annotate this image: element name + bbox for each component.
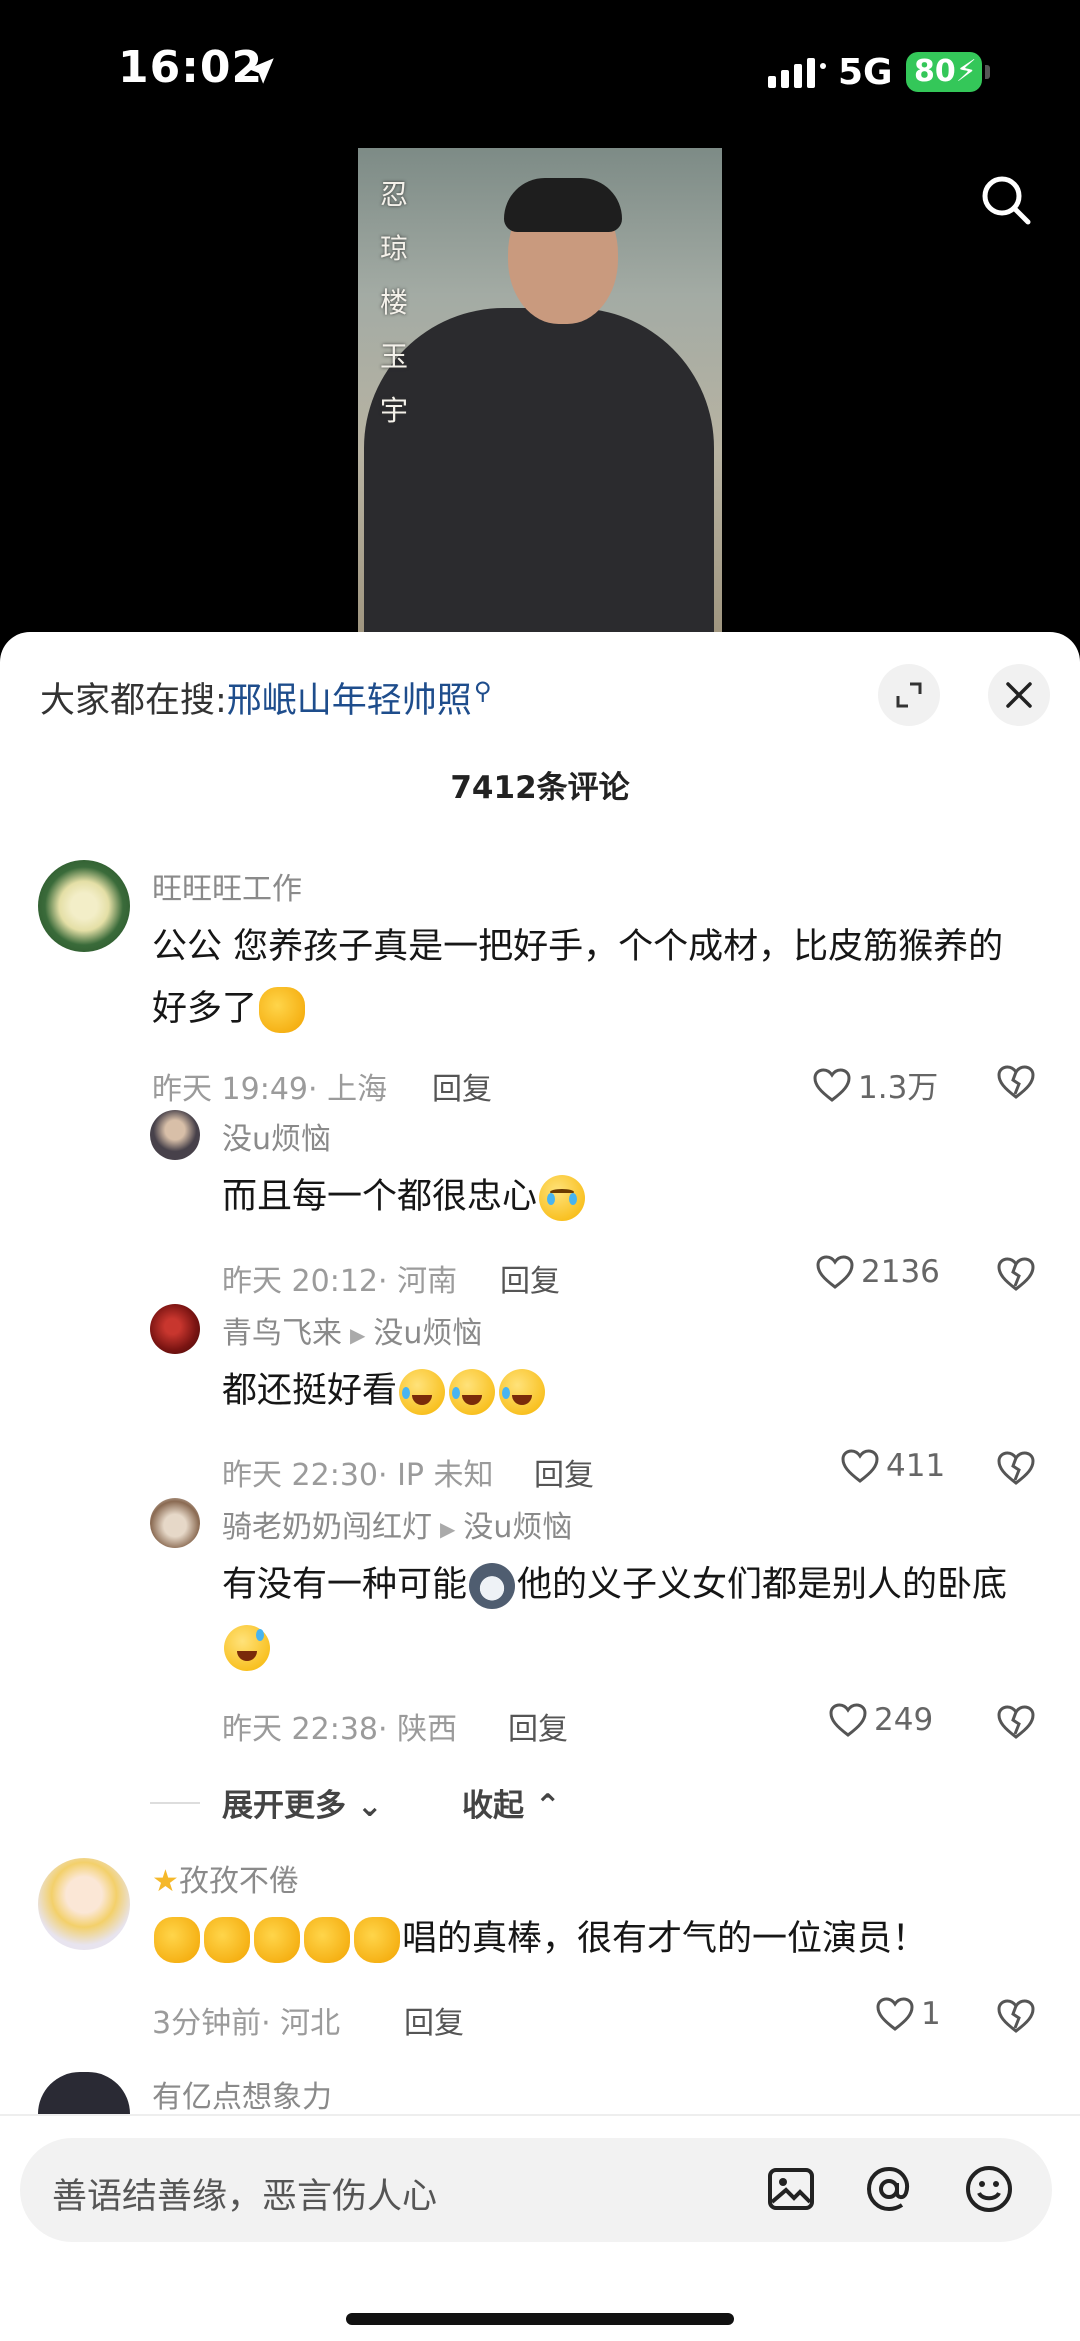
- close-button[interactable]: [988, 664, 1050, 726]
- search-icon[interactable]: [978, 172, 1034, 232]
- reply-button[interactable]: 回复: [404, 1998, 464, 2042]
- like-button[interactable]: 1.3万: [812, 1062, 938, 1107]
- chevron-down-icon: ⌄: [346, 1788, 383, 1824]
- comment-author[interactable]: 有亿点想象力: [152, 2072, 332, 2116]
- comment-text: 而且每一个都很忠心: [222, 1166, 1022, 1228]
- thumbs-up-emoji-icon: [204, 1917, 250, 1963]
- comment-meta: 昨天 22:38· 陕西: [222, 1712, 458, 1747]
- video-figure-hair: [504, 178, 622, 232]
- pleading-emoji-icon: [539, 1175, 586, 1221]
- comment-meta: 昨天 22:30· IP 未知: [222, 1458, 494, 1493]
- like-button[interactable]: 2136: [815, 1254, 940, 1290]
- avatar[interactable]: [150, 1304, 200, 1354]
- comment-meta: 昨天 20:12· 河南: [222, 1264, 458, 1299]
- hot-search-label: 大家都在搜:: [40, 681, 227, 721]
- smiley-icon[interactable]: [962, 2162, 1016, 2220]
- heart-icon: [829, 1703, 867, 1737]
- rofl-emoji-icon: [399, 1369, 446, 1415]
- hot-search[interactable]: 大家都在搜:邢岷山年轻帅照⚲: [40, 672, 491, 723]
- broken-heart-icon[interactable]: [996, 1064, 1036, 1104]
- replies-toggle: 展开更多 ⌄ 收起 ⌃: [150, 1780, 750, 1824]
- thumbs-up-emoji-icon: [154, 1917, 200, 1963]
- comment-text: 有没有一种可能 他的义子义女们都是别人的卧底: [222, 1554, 1032, 1678]
- comment-author[interactable]: 青鸟飞来 ▶ 没u烦恼: [222, 1308, 482, 1352]
- hot-search-keyword[interactable]: 邢岷山年轻帅照: [227, 681, 472, 721]
- collapse-button[interactable]: 收起 ⌃: [462, 1780, 561, 1825]
- reply-arrow-icon: ▶: [440, 1516, 456, 1541]
- battery-indicator: 80⚡: [906, 52, 982, 92]
- comment-meta: 昨天 19:49· 上海: [152, 1072, 388, 1107]
- reply-button[interactable]: 回复: [432, 1064, 492, 1108]
- comment-text: 都还挺好看: [222, 1360, 1022, 1422]
- heart-icon: [841, 1449, 879, 1483]
- input-divider: [0, 2114, 1080, 2116]
- network-type: 5G: [838, 52, 893, 93]
- like-button[interactable]: 249: [828, 1702, 933, 1738]
- signal-icon: [768, 58, 828, 92]
- comment-author[interactable]: 没u烦恼: [222, 1114, 331, 1158]
- comment-count: 7412条评论: [450, 770, 630, 806]
- image-icon[interactable]: [764, 2162, 818, 2220]
- at-icon[interactable]: [862, 2162, 916, 2220]
- broken-heart-icon[interactable]: [996, 1998, 1036, 2038]
- comment-author[interactable]: 骑老奶奶闯红灯 ▶ 没u烦恼: [222, 1502, 572, 1546]
- status-bar: 16:02 5G 80⚡: [0, 0, 1080, 140]
- sweat-smile-emoji-icon: [224, 1625, 270, 1671]
- star-icon: ★: [152, 1864, 179, 1899]
- avatar[interactable]: [38, 860, 130, 952]
- husky-emoji-icon: [469, 1563, 516, 1609]
- thumbs-up-emoji-icon: [354, 1917, 400, 1963]
- reply-button[interactable]: 回复: [534, 1450, 594, 1494]
- comment-text: 唱的真棒，很有才气的一位演员！: [152, 1908, 1032, 1970]
- comment-meta: 3分钟前· 河北: [152, 2006, 341, 2041]
- video-preview[interactable]: 忍 琼 楼 玉 宇: [358, 148, 722, 638]
- expand-more-button[interactable]: 展开更多 ⌄: [222, 1780, 383, 1825]
- rofl-emoji-icon: [499, 1369, 546, 1415]
- thumbs-up-emoji-icon: [254, 1917, 300, 1963]
- heart-icon: [816, 1255, 854, 1289]
- close-icon: [1006, 682, 1032, 708]
- comment-input[interactable]: 善语结善缘，恶言伤人心: [20, 2138, 1052, 2242]
- location-arrow-icon: [244, 54, 278, 92]
- avatar[interactable]: [38, 1858, 130, 1950]
- status-time: 16:02: [118, 42, 264, 93]
- chevron-up-icon: ⌃: [524, 1788, 561, 1824]
- search-small-icon: ⚲: [473, 677, 492, 706]
- battery-tip: [985, 65, 990, 79]
- reply-arrow-icon: ▶: [350, 1322, 366, 1347]
- avatar[interactable]: [150, 1498, 200, 1548]
- comment-author[interactable]: ★孜孜不倦: [152, 1856, 299, 1900]
- avatar[interactable]: [38, 2072, 130, 2114]
- reply-button[interactable]: 回复: [508, 1704, 568, 1748]
- broken-heart-icon[interactable]: [996, 1256, 1036, 1296]
- expand-icon: [896, 682, 922, 708]
- broken-heart-icon[interactable]: [996, 1450, 1036, 1490]
- comments-sheet: 大家都在搜:邢岷山年轻帅照⚲ 7412条评论 旺旺旺工作 公公 您养孩子真是一把…: [0, 632, 1080, 2341]
- home-indicator[interactable]: [346, 2313, 734, 2325]
- comment-text: 公公 您养孩子真是一把好手，个个成材，比皮筋猴养的好多了: [152, 916, 1032, 1040]
- divider-line: [150, 1802, 200, 1804]
- video-overlay-text: 忍 琼 楼 玉 宇: [380, 178, 409, 427]
- like-button[interactable]: 1: [875, 1996, 941, 2032]
- comment-screen: 16:02 5G 80⚡ 忍 琼 楼 玉 宇 大家都在搜:邢岷山年轻帅照⚲ 74…: [0, 0, 1080, 2341]
- heart-icon: [876, 1997, 914, 2031]
- comment-input-placeholder: 善语结善缘，恶言伤人心: [52, 2177, 438, 2217]
- reply-button[interactable]: 回复: [500, 1256, 560, 1300]
- rofl-emoji-icon: [449, 1369, 496, 1415]
- avatar[interactable]: [150, 1110, 200, 1160]
- broken-heart-icon[interactable]: [996, 1704, 1036, 1744]
- comment-author[interactable]: 旺旺旺工作: [152, 864, 302, 908]
- thumbs-up-emoji-icon: [259, 987, 306, 1033]
- expand-button[interactable]: [878, 664, 940, 726]
- heart-icon: [813, 1067, 851, 1102]
- thumbs-up-emoji-icon: [304, 1917, 350, 1963]
- like-button[interactable]: 411: [840, 1448, 945, 1484]
